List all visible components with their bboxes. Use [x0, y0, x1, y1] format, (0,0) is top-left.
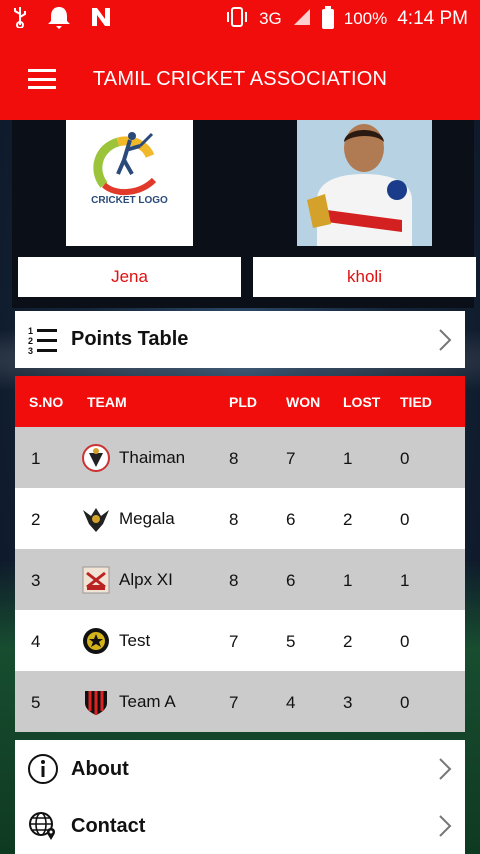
player-image-jena[interactable]: CRICKET LOGO [66, 120, 193, 246]
cell-lost: 2 [343, 631, 353, 651]
cell-team: Alpx XI [119, 569, 173, 589]
cell-team: Test [119, 630, 151, 650]
table-row[interactable]: 4 Test 7 5 2 0 [15, 610, 465, 671]
table-row[interactable]: 5 Team A 7 4 3 0 [15, 671, 465, 732]
cell-tied: 0 [400, 448, 410, 468]
menu-button[interactable] [0, 38, 84, 120]
cell-sno: 1 [31, 448, 41, 468]
contact-label: Contact [71, 814, 146, 837]
cell-won: 4 [286, 692, 296, 712]
vibrate-icon [225, 6, 249, 33]
cell-tied: 0 [400, 631, 410, 651]
notification-bell-icon [46, 5, 72, 34]
cell-lost: 1 [343, 448, 353, 468]
table-row[interactable]: 1 Thaiman 8 7 1 0 [15, 427, 465, 488]
svg-text:3: 3 [28, 346, 33, 355]
cell-lost: 1 [343, 570, 353, 590]
cell-pld: 7 [229, 631, 239, 651]
points-table-label: Points Table [71, 328, 189, 350]
player-name-kholi[interactable]: kholi [253, 257, 476, 297]
cell-won: 6 [286, 570, 296, 590]
cell-tied: 1 [400, 570, 410, 590]
battery-level: 100% [343, 9, 388, 28]
header-lost: LOST [343, 393, 381, 410]
svg-text:2: 2 [28, 336, 33, 346]
player-image-kholi[interactable] [297, 120, 432, 246]
cell-team: Team A [119, 691, 176, 711]
info-icon [15, 753, 71, 785]
team-test-logo-icon [81, 626, 111, 656]
chevron-right-icon [425, 757, 465, 781]
chevron-right-icon [425, 328, 465, 352]
cell-won: 6 [286, 509, 296, 529]
table-row[interactable]: 2 Megala 8 6 2 0 [15, 488, 465, 549]
cell-won: 7 [286, 448, 296, 468]
player-image-caption: CRICKET LOGO [91, 195, 168, 206]
usb-icon [12, 6, 28, 33]
about-label: About [71, 757, 129, 780]
player-name-jena[interactable]: Jena [18, 257, 241, 297]
header-sno: S.NO [29, 393, 64, 410]
cell-lost: 3 [343, 692, 353, 712]
header-won: WON [286, 393, 321, 410]
numbered-list-icon: 1 2 3 [15, 325, 71, 355]
network-type: 3G [259, 9, 282, 28]
chevron-right-icon [425, 814, 465, 838]
header-pld: PLD [229, 393, 257, 410]
about-row[interactable]: About [15, 740, 465, 798]
contact-row[interactable]: Contact [15, 798, 465, 854]
battery-icon [321, 6, 334, 29]
cell-pld: 8 [229, 448, 239, 468]
player-carousel: CRICKET LOGO Jena kholi [12, 120, 476, 308]
points-table-row[interactable]: 1 2 3 Points Table [15, 311, 465, 368]
cell-sno: 3 [31, 570, 41, 590]
svg-text:1: 1 [28, 326, 33, 336]
team-thaiman-logo-icon [81, 443, 111, 473]
clock-time: 4:14 PM [397, 8, 468, 29]
signal-icon [292, 7, 312, 32]
cell-sno: 4 [31, 631, 41, 651]
cell-sno: 2 [31, 509, 41, 529]
table-row[interactable]: 3 Alpx XI 8 6 1 1 [15, 549, 465, 610]
team-megala-logo-icon [81, 504, 111, 534]
points-table: S.NO TEAM PLD WON LOST TIED 1 Thaiman 8 … [15, 376, 465, 732]
cricket-logo-image [93, 132, 157, 195]
header-team: TEAM [87, 393, 127, 410]
team-alpx-logo-icon [81, 565, 111, 595]
globe-location-icon [15, 810, 71, 842]
cell-sno: 5 [31, 692, 41, 712]
hamburger-icon [28, 69, 56, 89]
cell-tied: 0 [400, 509, 410, 529]
cell-lost: 2 [343, 509, 353, 529]
cell-tied: 0 [400, 692, 410, 712]
n-app-icon [90, 6, 112, 33]
player-photo [297, 120, 432, 246]
cell-team: Megala [119, 508, 175, 528]
header-tied: TIED [400, 393, 432, 410]
cell-pld: 8 [229, 570, 239, 590]
team-a-logo-icon [81, 687, 111, 717]
table-header: S.NO TEAM PLD WON LOST TIED [15, 376, 465, 427]
cell-team: Thaiman [119, 447, 186, 467]
app-bar: TAMIL CRICKET ASSOCIATION [0, 38, 480, 120]
cell-won: 5 [286, 631, 296, 651]
cell-pld: 8 [229, 509, 239, 529]
cell-pld: 7 [229, 692, 239, 712]
status-bar: 3G 100% 4:14 PM [0, 0, 480, 38]
